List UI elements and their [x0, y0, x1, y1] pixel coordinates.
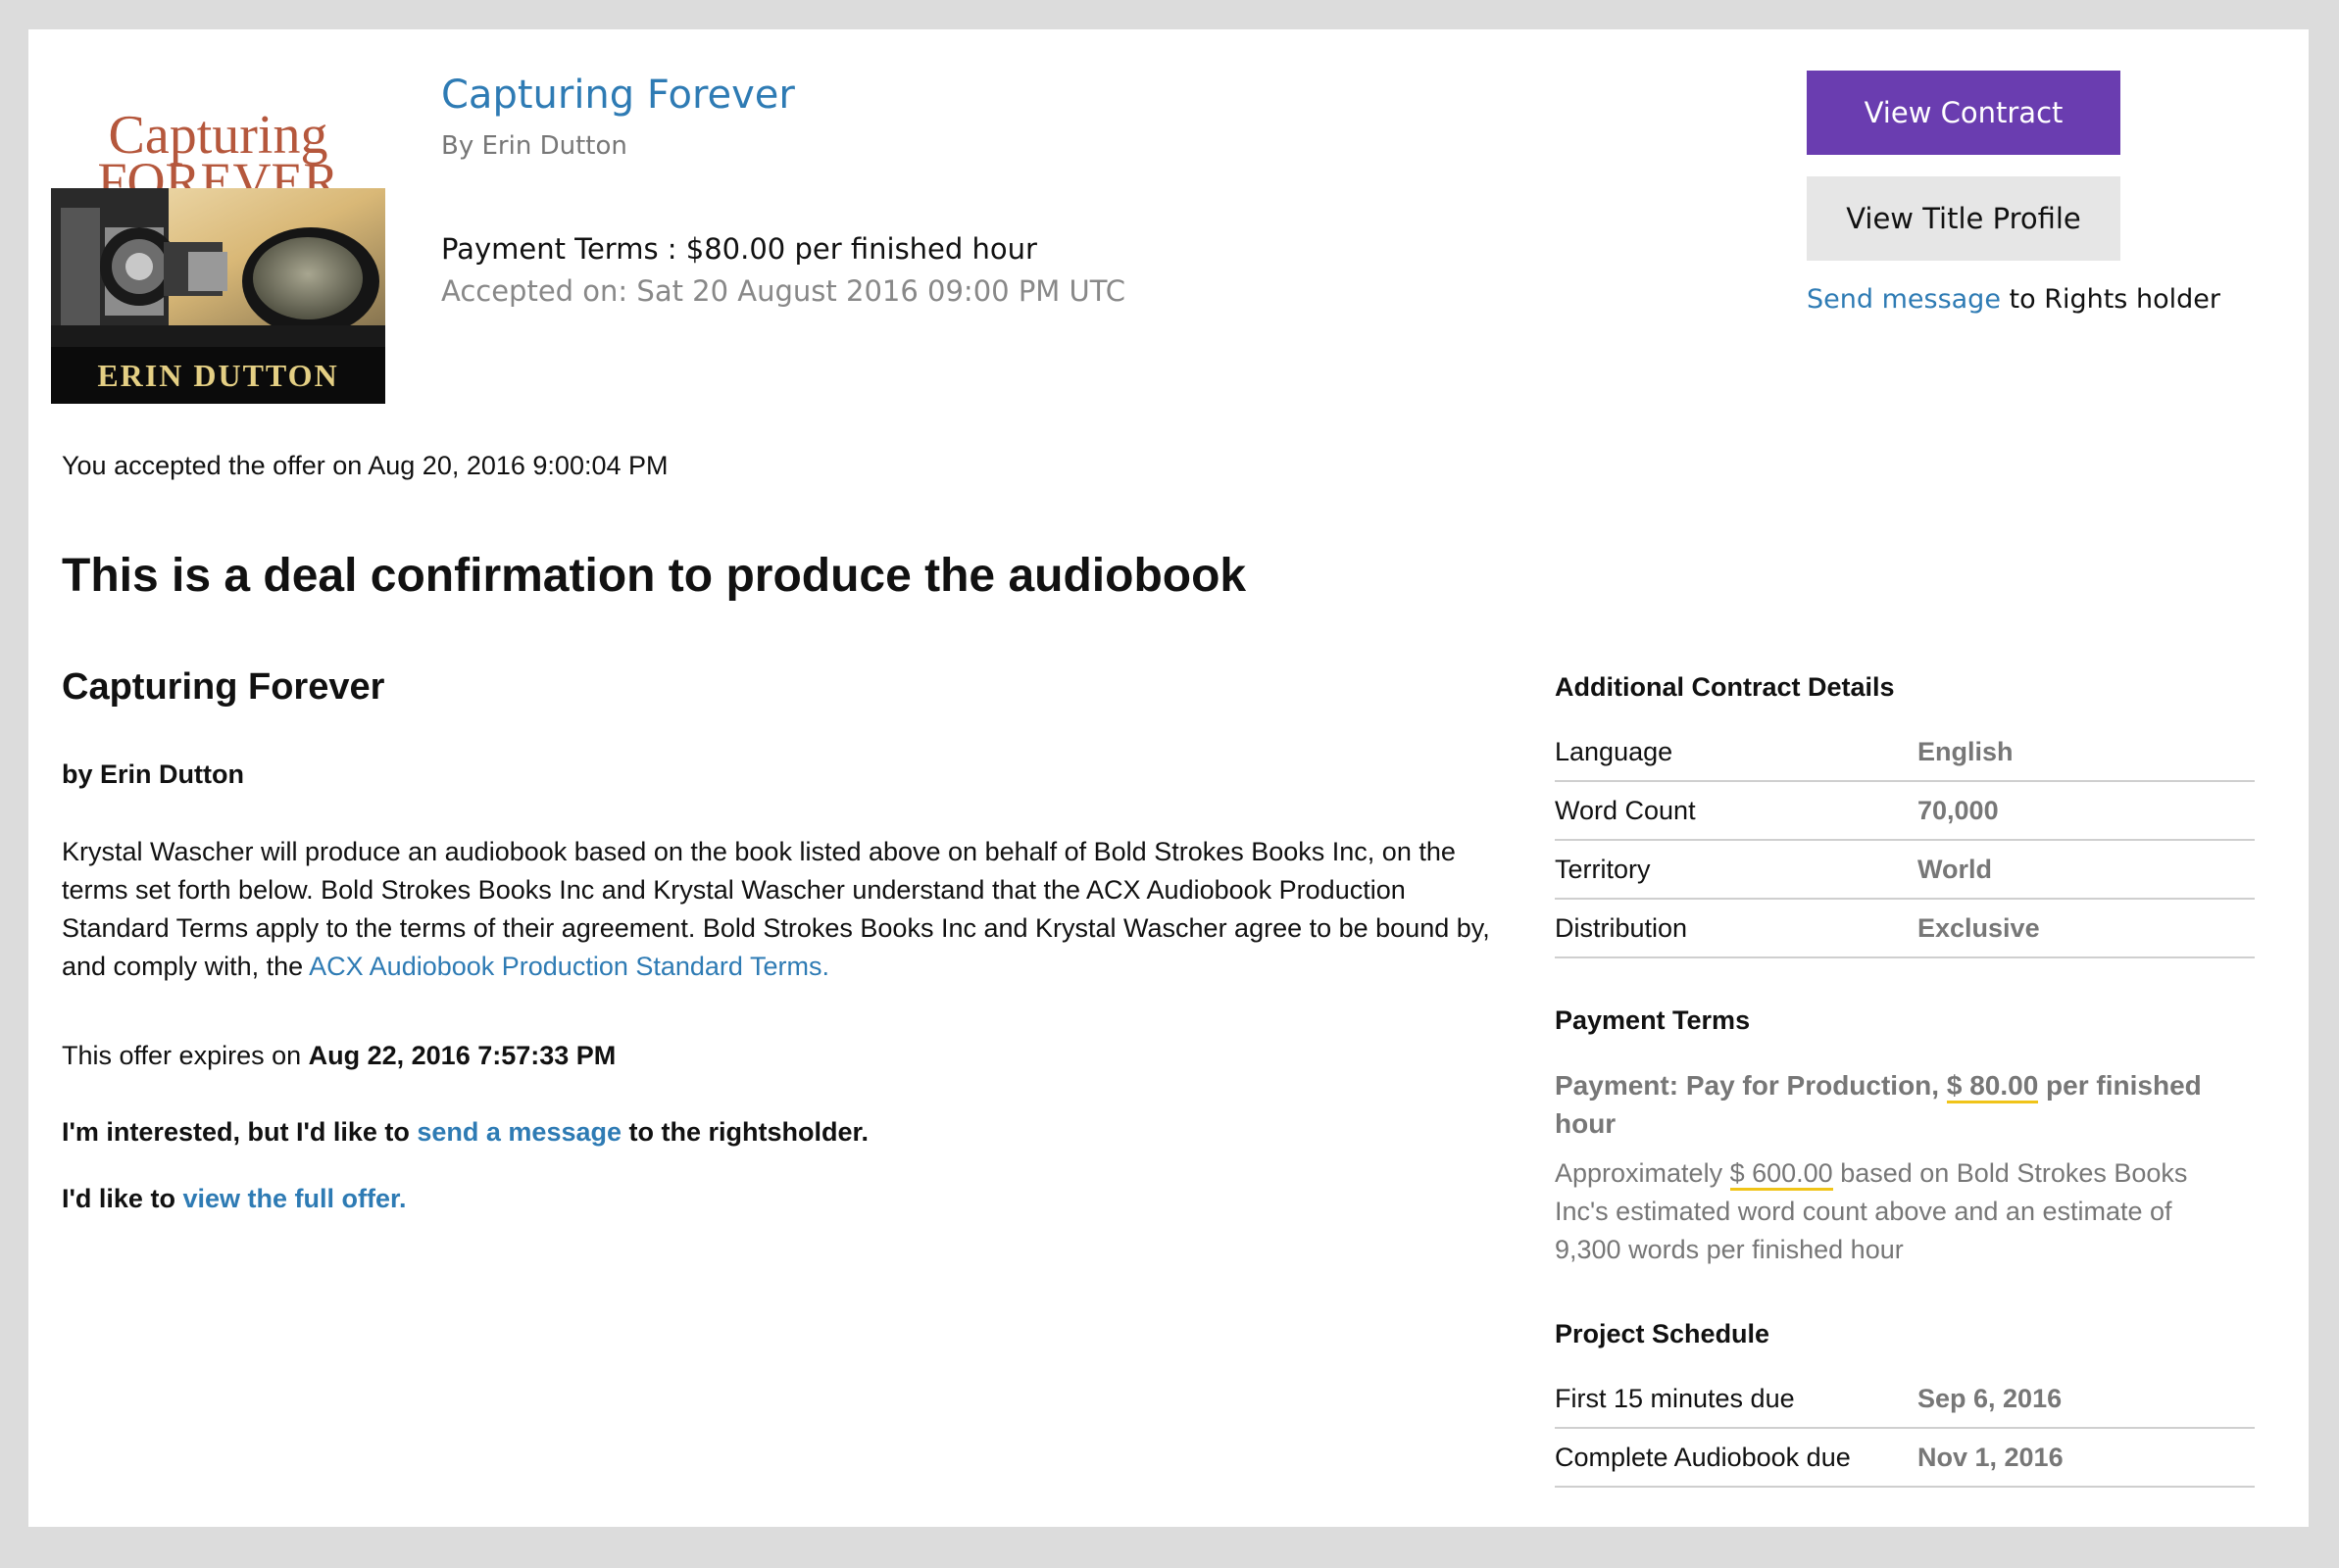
audiobook-title: Capturing Forever	[62, 666, 385, 708]
audiobook-author: by Erin Dutton	[62, 760, 244, 789]
offer-expiry: This offer expires on Aug 22, 2016 7:57:…	[62, 1041, 616, 1071]
detail-label: Language	[1555, 737, 1673, 766]
send-message-link[interactable]: Send message	[1807, 284, 2001, 315]
schedule-label: Complete Audiobook due	[1555, 1443, 1851, 1472]
full-offer-prefix: I'd like to	[62, 1184, 183, 1213]
schedule-date: Sep 6, 2016	[1917, 1384, 2063, 1413]
send-a-message-link[interactable]: send a message	[417, 1117, 622, 1147]
approximate-total: Approximately $ 600.00 based on Bold Str…	[1555, 1154, 2241, 1269]
approx-amount: $ 600.00	[1729, 1158, 1833, 1191]
payment-rate-amount: $ 80.00	[1946, 1070, 2039, 1103]
contract-details-table: Language English Word Count 70,000 Terri…	[1555, 723, 2255, 958]
payment-line: Payment: Pay for Production, $ 80.00 per…	[1555, 1066, 2255, 1143]
accepted-offer-notice: You accepted the offer on Aug 20, 2016 9…	[62, 451, 669, 480]
detail-label: Word Count	[1555, 796, 1696, 825]
standard-terms-link[interactable]: ACX Audiobook Production Standard Terms.	[309, 952, 829, 981]
detail-row-distribution: Distribution Exclusive	[1555, 900, 2255, 958]
project-schedule-table: First 15 minutes due Sep 6, 2016 Complet…	[1555, 1370, 2255, 1488]
book-byline: By Erin Dutton	[441, 131, 627, 161]
book-title-link[interactable]: Capturing Forever	[441, 73, 795, 118]
detail-value: World	[1917, 855, 1992, 884]
detail-label: Territory	[1555, 855, 1651, 884]
schedule-row-first-15-minutes: First 15 minutes due Sep 6, 2016	[1555, 1370, 2255, 1429]
view-full-offer-link[interactable]: view the full offer.	[182, 1184, 406, 1213]
expires-prefix: This offer expires on	[62, 1041, 309, 1070]
schedule-label: First 15 minutes due	[1555, 1384, 1795, 1413]
view-title-profile-button[interactable]: View Title Profile	[1807, 176, 2120, 261]
expires-date: Aug 22, 2016 7:57:33 PM	[308, 1041, 617, 1070]
detail-value: Exclusive	[1917, 913, 2040, 943]
payment-terms-summary: Payment Terms : $80.00 per finished hour	[441, 232, 1037, 266]
page-heading: This is a deal confirmation to produce t…	[62, 550, 1247, 602]
approx-prefix: Approximately	[1555, 1158, 1730, 1188]
detail-row-territory: Territory World	[1555, 841, 2255, 900]
accepted-on-date: Accepted on: Sat 20 August 2016 09:00 PM…	[441, 274, 1126, 308]
view-contract-button[interactable]: View Contract	[1807, 71, 2120, 155]
contract-details-heading: Additional Contract Details	[1555, 672, 1895, 702]
schedule-date: Nov 1, 2016	[1917, 1443, 2064, 1472]
schedule-row-complete-audiobook: Complete Audiobook due Nov 1, 2016	[1555, 1429, 2255, 1488]
cover-author: ERIN DUTTON	[51, 347, 385, 404]
detail-row-word-count: Word Count 70,000	[1555, 782, 2255, 841]
content-panel: Capturing FOREVER ERIN DUTTON Capturing …	[28, 29, 2309, 1527]
send-message-line: Send message to Rights holder	[1807, 284, 2220, 315]
project-schedule-heading: Project Schedule	[1555, 1319, 1770, 1348]
deal-description: Krystal Wascher will produce an audioboo…	[62, 833, 1513, 986]
book-cover-image[interactable]: Capturing FOREVER ERIN DUTTON	[51, 73, 385, 404]
detail-value: English	[1917, 737, 2014, 766]
payment-terms-heading: Payment Terms	[1555, 1005, 1751, 1035]
detail-label: Distribution	[1555, 913, 1688, 943]
detail-row-language: Language English	[1555, 723, 2255, 782]
interested-suffix: to the rightsholder.	[622, 1117, 870, 1147]
interested-prefix: I'm interested, but I'd like to	[62, 1117, 418, 1147]
payment-line-prefix: Payment: Pay for Production,	[1555, 1070, 1947, 1101]
interested-line: I'm interested, but I'd like to send a m…	[62, 1117, 869, 1148]
detail-value: 70,000	[1917, 796, 1999, 825]
camera-illustration	[51, 188, 385, 347]
full-offer-line: I'd like to view the full offer.	[62, 1184, 407, 1214]
send-message-suffix: to Rights holder	[2000, 284, 2220, 315]
